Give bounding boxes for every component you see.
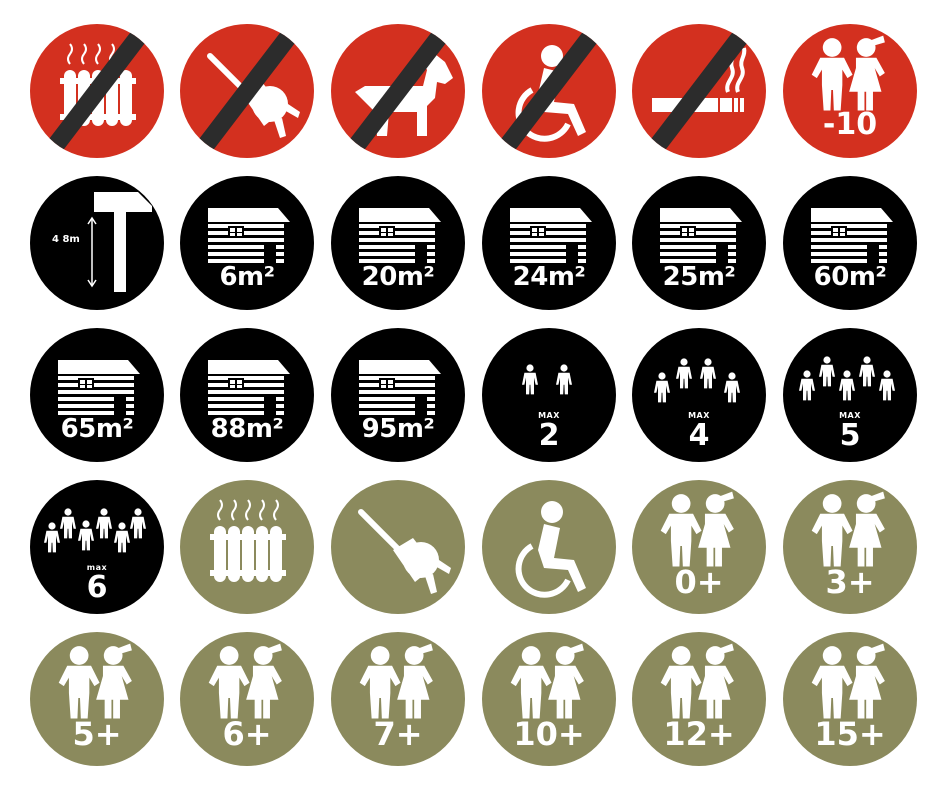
children-age-icon: 5+ bbox=[30, 632, 164, 766]
max-persons-icon: MAX 4 bbox=[632, 328, 766, 462]
no-children-under-10-icon: -10 bbox=[783, 24, 917, 158]
children-age-label: 5+ bbox=[72, 715, 122, 753]
cabin-area-icon: 25m² bbox=[632, 176, 766, 310]
cabin-area-label: 6m² bbox=[219, 262, 275, 292]
max-persons-label: 4 bbox=[688, 418, 710, 453]
electricity-icon-glyph bbox=[331, 480, 465, 614]
cabin-area-icon: 65m² bbox=[30, 328, 164, 462]
children-age-label: 12+ bbox=[663, 715, 735, 753]
children-age-icon: 15+ bbox=[783, 632, 917, 766]
max-persons-icon: MAX 2 bbox=[482, 328, 616, 462]
cabin-area-label: 24m² bbox=[512, 262, 586, 292]
no-heating-icon-glyph bbox=[30, 24, 164, 158]
cabin-area-icon: 6m² bbox=[180, 176, 314, 310]
children-age-label: 3+ bbox=[825, 563, 875, 601]
wheelchair-icon-glyph bbox=[482, 480, 616, 614]
no-pets-icon-glyph bbox=[331, 24, 453, 158]
children-age-icon: 3+ bbox=[783, 480, 917, 614]
children-age-label: 6+ bbox=[222, 715, 272, 753]
no-wheelchair-icon bbox=[482, 24, 616, 158]
children-age-icon: 12+ bbox=[632, 632, 766, 766]
heating-icon-glyph bbox=[209, 499, 287, 583]
no-smoking-icon-glyph bbox=[632, 24, 766, 158]
max-persons-icon: MAX 5 bbox=[783, 328, 917, 462]
cabin-area-label: 88m² bbox=[210, 414, 284, 444]
icon-grid: -10 4 8m 6m² 20m² 24m² 25m² 60m² 65m² 88m² 95m² MA… bbox=[0, 0, 941, 788]
cabin-area-icon: 88m² bbox=[180, 328, 314, 462]
max-persons-label: 6 bbox=[86, 570, 108, 605]
children-age-label: 7+ bbox=[373, 715, 423, 753]
no-pets-icon bbox=[331, 24, 465, 158]
cabin-area-label: 65m² bbox=[60, 414, 134, 444]
cabin-area-icon: 95m² bbox=[331, 328, 465, 462]
wheelchair-icon bbox=[482, 480, 616, 614]
max-persons-label: 2 bbox=[538, 418, 560, 453]
no-smoking-icon bbox=[632, 24, 766, 158]
children-age-icon: 6+ bbox=[180, 632, 314, 766]
cabin-area-label: 95m² bbox=[361, 414, 435, 444]
cabin-area-label: 20m² bbox=[361, 262, 435, 292]
cabin-area-icon: 60m² bbox=[783, 176, 917, 310]
cabin-area-label: 25m² bbox=[662, 262, 736, 292]
no-children-under-10-label: -10 bbox=[822, 107, 878, 142]
children-age-icon: 7+ bbox=[331, 632, 465, 766]
max-persons-icon: max 6 bbox=[30, 480, 164, 614]
ceiling-height-icon: 4 8m bbox=[30, 176, 164, 310]
max-persons-label: 5 bbox=[839, 418, 861, 453]
children-age-label: 10+ bbox=[513, 715, 585, 753]
no-electricity-icon bbox=[180, 24, 314, 158]
ceiling-height-label: 4 8m bbox=[52, 234, 80, 245]
electricity-icon bbox=[331, 480, 465, 614]
ceiling-height-icon-glyph bbox=[87, 191, 153, 293]
cabin-area-icon: 20m² bbox=[331, 176, 465, 310]
children-age-label: 0+ bbox=[674, 563, 724, 601]
cabin-area-icon: 24m² bbox=[482, 176, 616, 310]
heating-icon bbox=[180, 480, 314, 614]
children-age-label: 15+ bbox=[814, 715, 886, 753]
children-age-icon: 0+ bbox=[632, 480, 766, 614]
no-wheelchair-icon-glyph bbox=[482, 24, 616, 158]
no-heating-icon bbox=[30, 24, 164, 158]
cabin-area-label: 60m² bbox=[813, 262, 887, 292]
no-electricity-icon-glyph bbox=[180, 24, 314, 158]
children-age-icon: 10+ bbox=[482, 632, 616, 766]
